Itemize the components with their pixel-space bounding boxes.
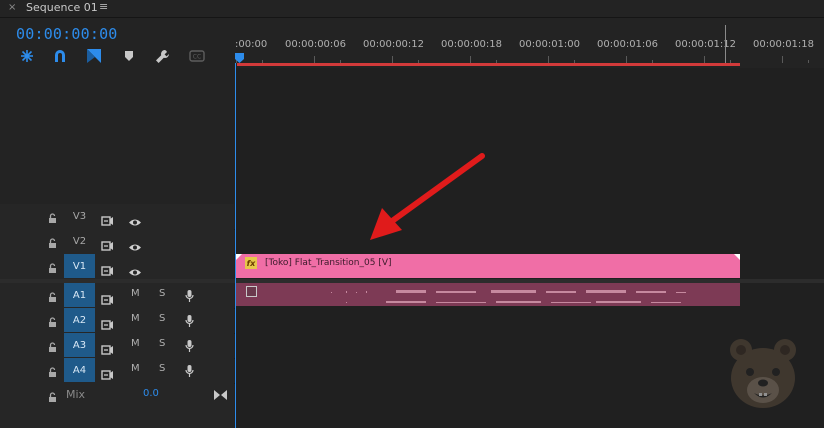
annotation-arrow-icon bbox=[370, 153, 485, 240]
track-name[interactable]: V3 bbox=[64, 204, 95, 228]
mute-button[interactable]: M bbox=[131, 288, 140, 299]
marker-icon[interactable] bbox=[121, 48, 137, 64]
lock-icon[interactable] bbox=[48, 313, 57, 332]
panel-menu-icon[interactable]: ≡ bbox=[99, 0, 108, 13]
audio-waveform bbox=[331, 290, 686, 303]
sync-lock-icon[interactable] bbox=[101, 315, 114, 334]
sync-lock-icon[interactable] bbox=[101, 236, 114, 255]
ruler-label: 00:00:01:06 bbox=[597, 39, 659, 50]
linked-selection-icon[interactable] bbox=[52, 48, 68, 64]
track-header-empty-area bbox=[0, 68, 234, 205]
mix-track-header bbox=[0, 383, 234, 428]
track-name[interactable]: A4 bbox=[64, 358, 95, 382]
sequence-end-marker bbox=[725, 25, 726, 63]
solo-button[interactable]: S bbox=[159, 288, 165, 299]
solo-button[interactable]: S bbox=[159, 313, 165, 324]
track-lane[interactable] bbox=[236, 229, 824, 254]
clip-start-marker bbox=[236, 254, 242, 260]
ruler-label: 00:00:01:12 bbox=[675, 39, 737, 50]
track-lane[interactable] bbox=[236, 204, 824, 229]
track-a4: A4 M S bbox=[0, 358, 824, 384]
settings-wrench-icon[interactable] bbox=[154, 48, 170, 64]
sync-lock-icon[interactable] bbox=[101, 211, 114, 230]
track-header: A4 M S bbox=[0, 358, 234, 383]
playhead-timecode[interactable]: 00:00:00:00 bbox=[16, 25, 118, 43]
lock-icon[interactable] bbox=[48, 288, 57, 307]
panel-tab-bar bbox=[0, 0, 824, 18]
sync-lock-icon[interactable] bbox=[101, 290, 114, 309]
solo-button[interactable]: S bbox=[159, 363, 165, 374]
track-header: A3 M S bbox=[0, 333, 234, 358]
mute-button[interactable]: M bbox=[131, 338, 140, 349]
bear-mascot-watermark bbox=[730, 339, 796, 408]
add-marker-icon[interactable] bbox=[86, 48, 102, 64]
ruler-label: :00:00 bbox=[235, 39, 268, 50]
lock-icon[interactable] bbox=[48, 338, 57, 357]
ruler-label: 00:00:01:18 bbox=[753, 39, 815, 50]
time-ruler[interactable]: :00:00 00:00:00:06 00:00:00:12 00:00:00:… bbox=[235, 18, 824, 68]
timeline-empty-area[interactable] bbox=[236, 68, 824, 205]
ruler-label: 00:00:01:00 bbox=[519, 39, 581, 50]
lock-icon[interactable] bbox=[48, 209, 57, 228]
mix-label: Mix bbox=[66, 388, 86, 401]
track-name[interactable]: A1 bbox=[64, 283, 95, 307]
track-name[interactable]: V2 bbox=[64, 229, 95, 253]
snap-icon[interactable] bbox=[19, 48, 35, 64]
microphone-icon[interactable] bbox=[185, 288, 194, 307]
ruler-label: 00:00:00:18 bbox=[441, 39, 503, 50]
work-area-bar[interactable] bbox=[237, 63, 740, 66]
svg-text:CC: CC bbox=[193, 54, 201, 61]
lock-icon[interactable] bbox=[48, 234, 57, 253]
fx-badge[interactable]: fx bbox=[245, 257, 257, 269]
video-clip-label: [Toko] Flat_Transition_05 [V] bbox=[265, 258, 392, 268]
ruler-label: 00:00:00:06 bbox=[285, 39, 347, 50]
solo-button[interactable]: S bbox=[159, 338, 165, 349]
track-name[interactable]: V1 bbox=[64, 254, 95, 278]
track-name[interactable]: A3 bbox=[64, 333, 95, 357]
captions-icon[interactable]: CC bbox=[189, 48, 205, 64]
track-header: V3 bbox=[0, 204, 234, 229]
mute-button[interactable]: M bbox=[131, 313, 140, 324]
track-header: A1 M S bbox=[0, 283, 234, 308]
sync-lock-icon[interactable] bbox=[101, 340, 114, 359]
go-to-edit-point-icon[interactable] bbox=[214, 385, 227, 404]
track-a3: A3 M S bbox=[0, 333, 824, 359]
mix-track: Mix 0.0 bbox=[0, 383, 824, 428]
track-lane[interactable] bbox=[236, 308, 824, 333]
track-header: V2 bbox=[0, 229, 234, 254]
playhead-line[interactable] bbox=[235, 63, 236, 428]
close-tab-button[interactable]: × bbox=[8, 2, 16, 13]
track-name[interactable]: A2 bbox=[64, 308, 95, 332]
mix-volume-value[interactable]: 0.0 bbox=[143, 388, 159, 399]
microphone-icon[interactable] bbox=[185, 363, 194, 382]
microphone-icon[interactable] bbox=[185, 313, 194, 332]
lock-icon[interactable] bbox=[48, 363, 57, 382]
mute-button[interactable]: M bbox=[131, 363, 140, 374]
clip-end-marker bbox=[734, 254, 740, 260]
track-header: V1 bbox=[0, 254, 234, 279]
sequence-tab-title[interactable]: Sequence 01 bbox=[26, 1, 98, 14]
microphone-icon[interactable] bbox=[185, 338, 194, 357]
sync-lock-icon[interactable] bbox=[101, 261, 114, 280]
lock-icon[interactable] bbox=[48, 388, 57, 407]
ruler-label: 00:00:00:12 bbox=[363, 39, 425, 50]
track-a2: A2 M S bbox=[0, 308, 824, 334]
lock-icon[interactable] bbox=[48, 259, 57, 278]
track-header: A2 M S bbox=[0, 308, 234, 333]
sync-lock-icon[interactable] bbox=[101, 365, 114, 384]
